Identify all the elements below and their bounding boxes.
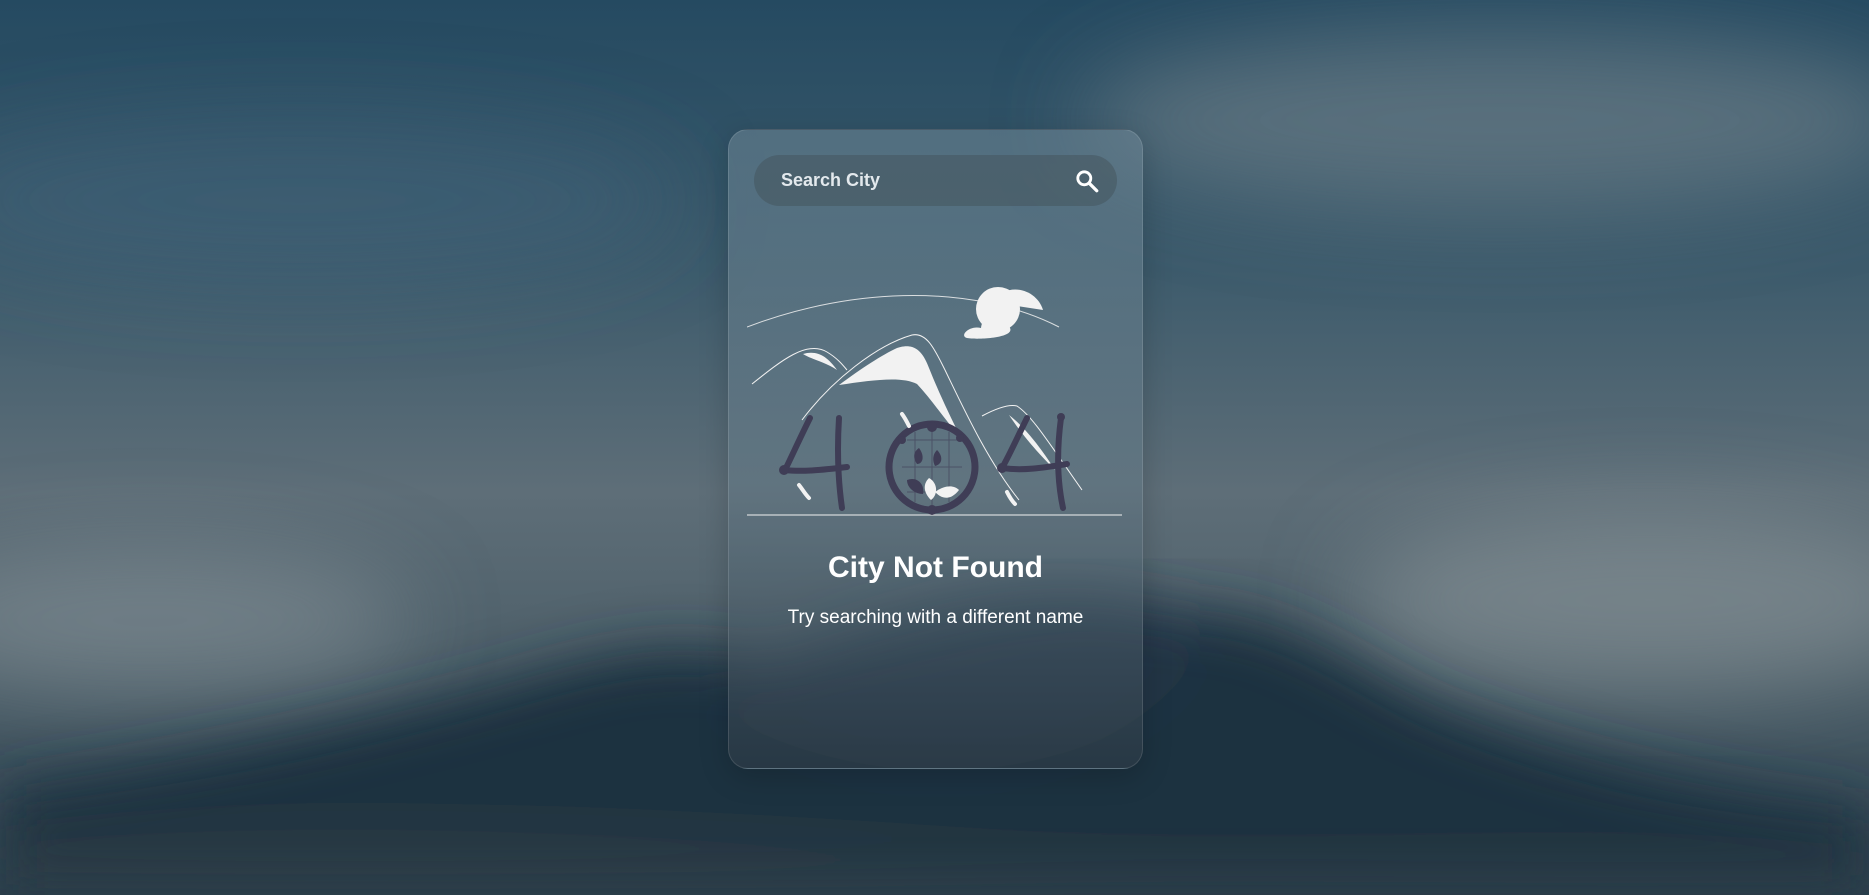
search-button[interactable]	[1057, 155, 1117, 206]
error-title: City Not Found	[828, 551, 1043, 584]
digit-joint	[779, 465, 789, 475]
weather-card: City Not Found Try searching with a diff…	[728, 129, 1143, 769]
city-search-input[interactable]	[754, 155, 1057, 206]
leaf-icon	[935, 486, 959, 498]
search-bar	[754, 155, 1117, 206]
search-icon	[1076, 169, 1099, 192]
leaf-icon	[900, 412, 911, 428]
digit-joint	[927, 422, 937, 432]
digit-4-left	[780, 415, 850, 511]
leaf-icon	[933, 450, 942, 466]
error-message: Try searching with a different name	[787, 607, 1084, 628]
digit-joint	[898, 436, 906, 444]
digit-joint	[927, 505, 937, 515]
leaf-icon	[924, 478, 937, 500]
digit-joint	[1057, 413, 1065, 421]
hill-outline	[981, 405, 1083, 491]
digit-4-right	[997, 415, 1070, 511]
leaf-icon	[797, 483, 811, 500]
digit-joint	[956, 434, 964, 442]
digit-joint	[997, 463, 1007, 473]
cloud-icon	[964, 313, 1011, 339]
